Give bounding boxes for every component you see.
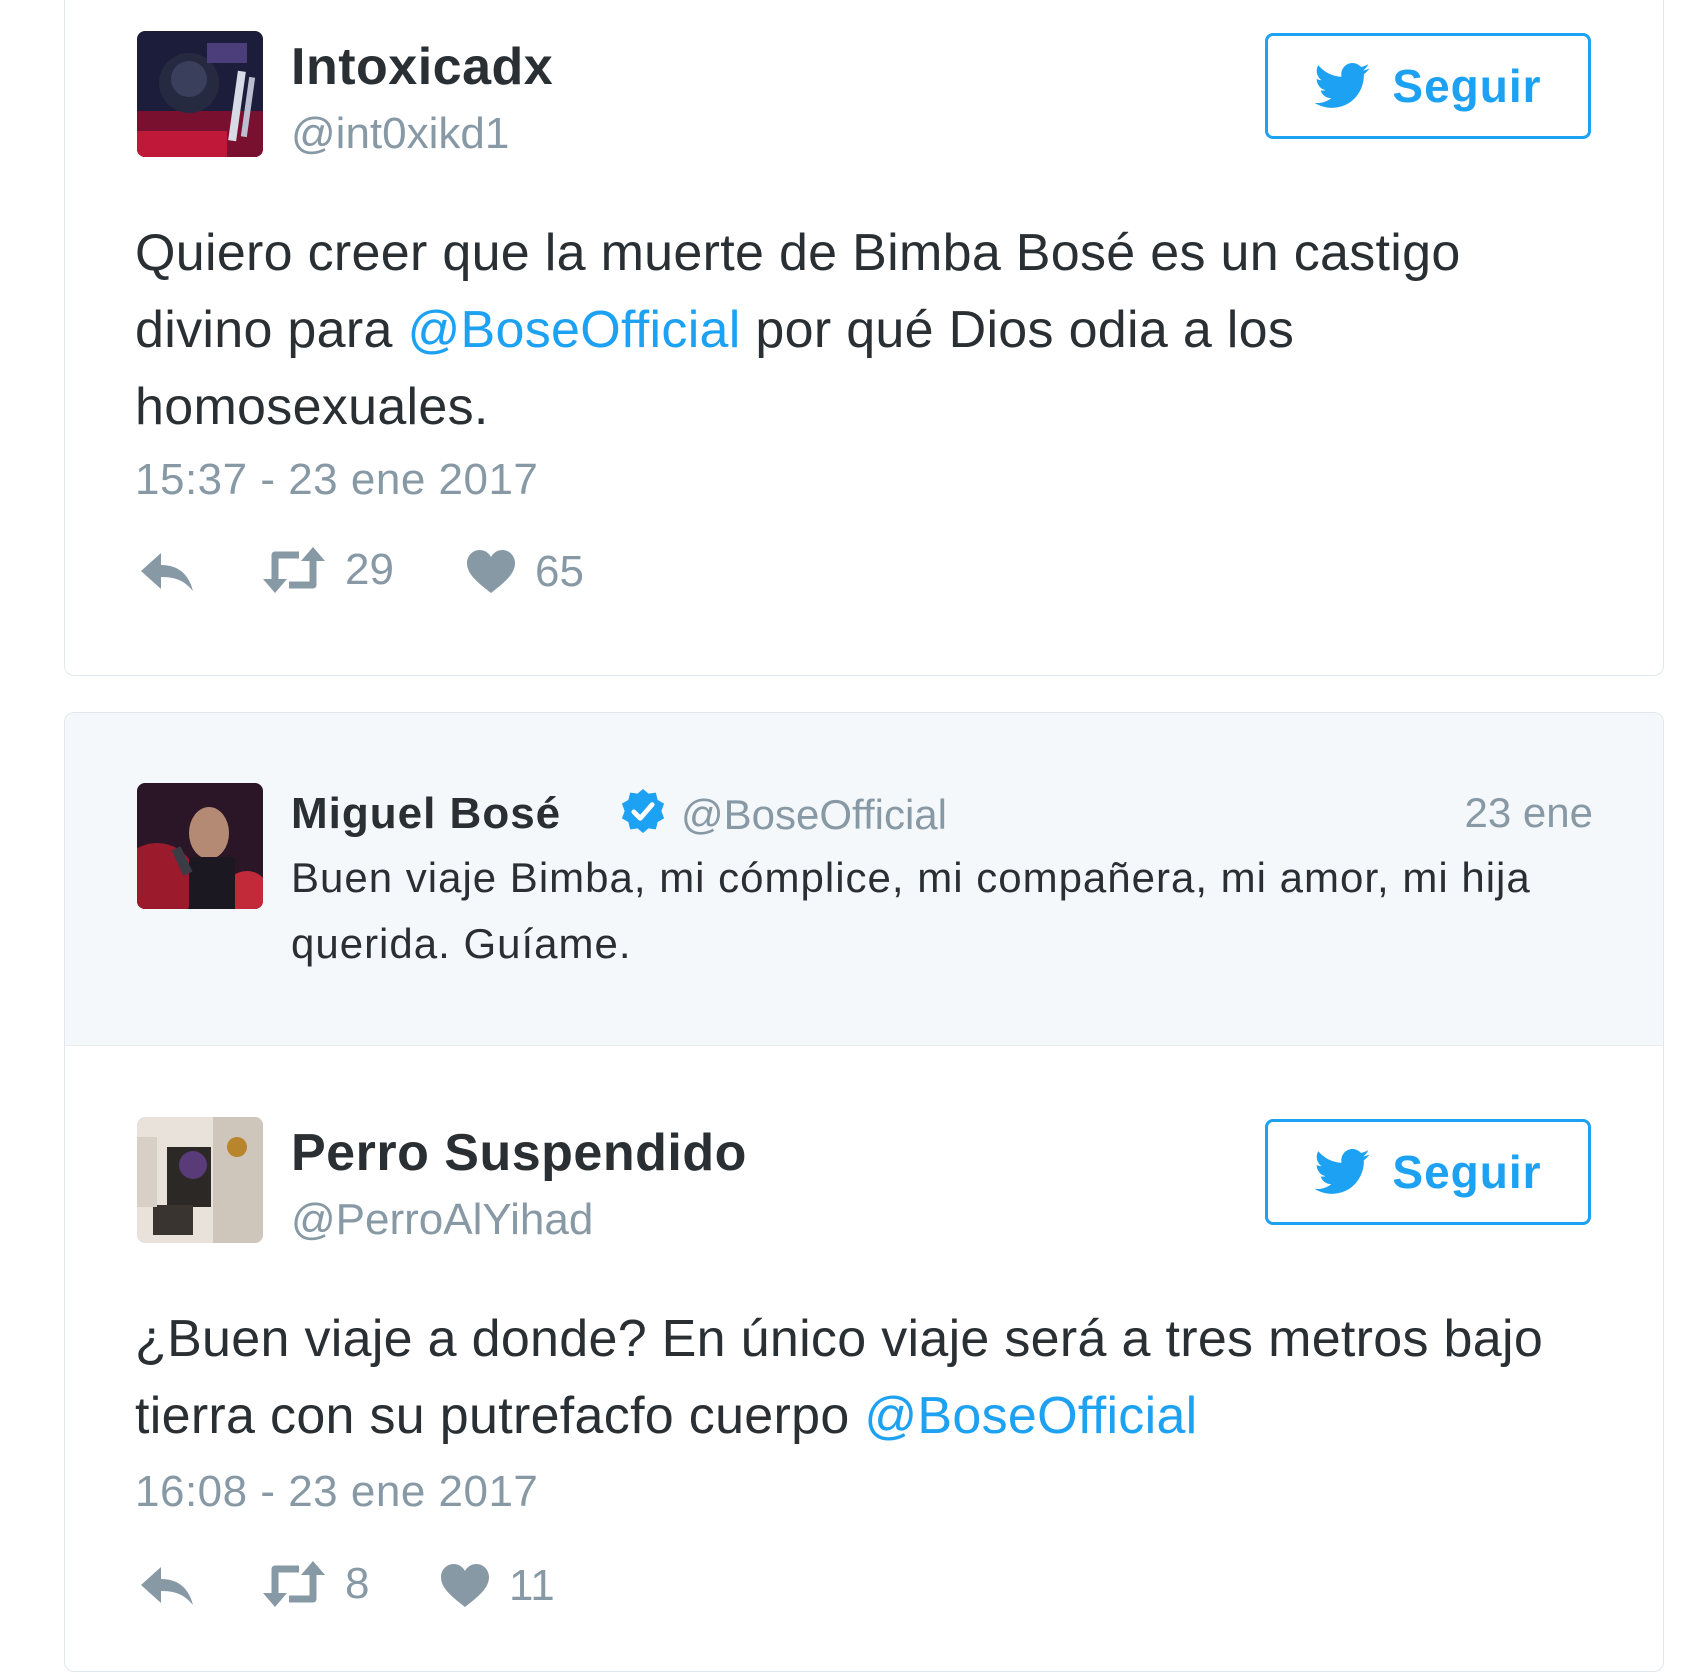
- tweet-timestamp[interactable]: 15:37 - 23 ene 2017: [135, 455, 538, 505]
- mention-link[interactable]: @BoseOfficial: [864, 1387, 1197, 1445]
- mention-link[interactable]: @BoseOfficial: [407, 301, 740, 359]
- retweet-count: 8: [345, 1559, 370, 1608]
- avatar-perro-suspendido[interactable]: [137, 1117, 263, 1243]
- quoted-handle[interactable]: @BoseOfficial: [681, 791, 947, 839]
- follow-button[interactable]: Seguir: [1265, 1119, 1591, 1225]
- heart-icon: [441, 1564, 489, 1607]
- quoted-tweet[interactable]: Miguel Bosé @BoseOfficial 23 ene Buen vi…: [65, 713, 1663, 1046]
- twitter-bird-icon: [1314, 63, 1371, 108]
- follow-button[interactable]: Seguir: [1265, 33, 1591, 139]
- author-display-name[interactable]: Intoxicadx: [291, 37, 553, 97]
- avatar-image: [137, 31, 263, 157]
- reply-icon: [141, 553, 193, 591]
- tweet-text-part1: ¿Buen viaje a donde? En único viaje será…: [135, 1310, 1544, 1445]
- author-handle[interactable]: @PerroAlYihad: [291, 1195, 593, 1245]
- tweet-text: Quiero creer que la muerte de Bimba Bosé…: [135, 215, 1595, 446]
- quoted-display-name[interactable]: Miguel Bosé: [291, 789, 561, 839]
- tweet-card-intoxicadx: Intoxicadx @int0xikd1 Seguir Quiero cree…: [64, 0, 1664, 676]
- author-display-name[interactable]: Perro Suspendido: [291, 1123, 747, 1183]
- like-button[interactable]: 65: [467, 547, 584, 597]
- retweet-button[interactable]: 29: [263, 545, 394, 595]
- reply-icon: [141, 1567, 193, 1605]
- like-count: 11: [509, 1561, 555, 1610]
- retweet-count: 29: [345, 545, 394, 594]
- verified-badge-icon: [621, 789, 665, 833]
- quoted-date[interactable]: 23 ene: [1465, 789, 1593, 837]
- tweet-text: ¿Buen viaje a donde? En único viaje será…: [135, 1301, 1595, 1455]
- follow-label: Seguir: [1392, 60, 1542, 112]
- avatar-image: [137, 783, 263, 909]
- avatar-miguel-bose[interactable]: [137, 783, 263, 909]
- heart-icon: [467, 550, 515, 593]
- reply-button[interactable]: [139, 551, 195, 595]
- reply-button[interactable]: [139, 1565, 195, 1609]
- author-handle[interactable]: @int0xikd1: [291, 109, 509, 159]
- tweet-card-perro-suspendido: Miguel Bosé @BoseOfficial 23 ene Buen vi…: [64, 712, 1664, 1672]
- quoted-text: Buen viaje Bimba, mi cómplice, mi compañ…: [291, 854, 1531, 967]
- retweet-icon: [263, 1561, 325, 1607]
- avatar-image: [137, 1117, 263, 1243]
- like-button[interactable]: 11: [441, 1561, 555, 1611]
- tweet-timestamp[interactable]: 16:08 - 23 ene 2017: [135, 1467, 538, 1517]
- retweet-button[interactable]: 8: [263, 1559, 369, 1609]
- like-count: 65: [535, 547, 584, 596]
- retweet-icon: [263, 547, 325, 593]
- twitter-bird-icon: [1314, 1149, 1371, 1194]
- follow-label: Seguir: [1392, 1146, 1542, 1198]
- avatar-intoxicadx[interactable]: [137, 31, 263, 157]
